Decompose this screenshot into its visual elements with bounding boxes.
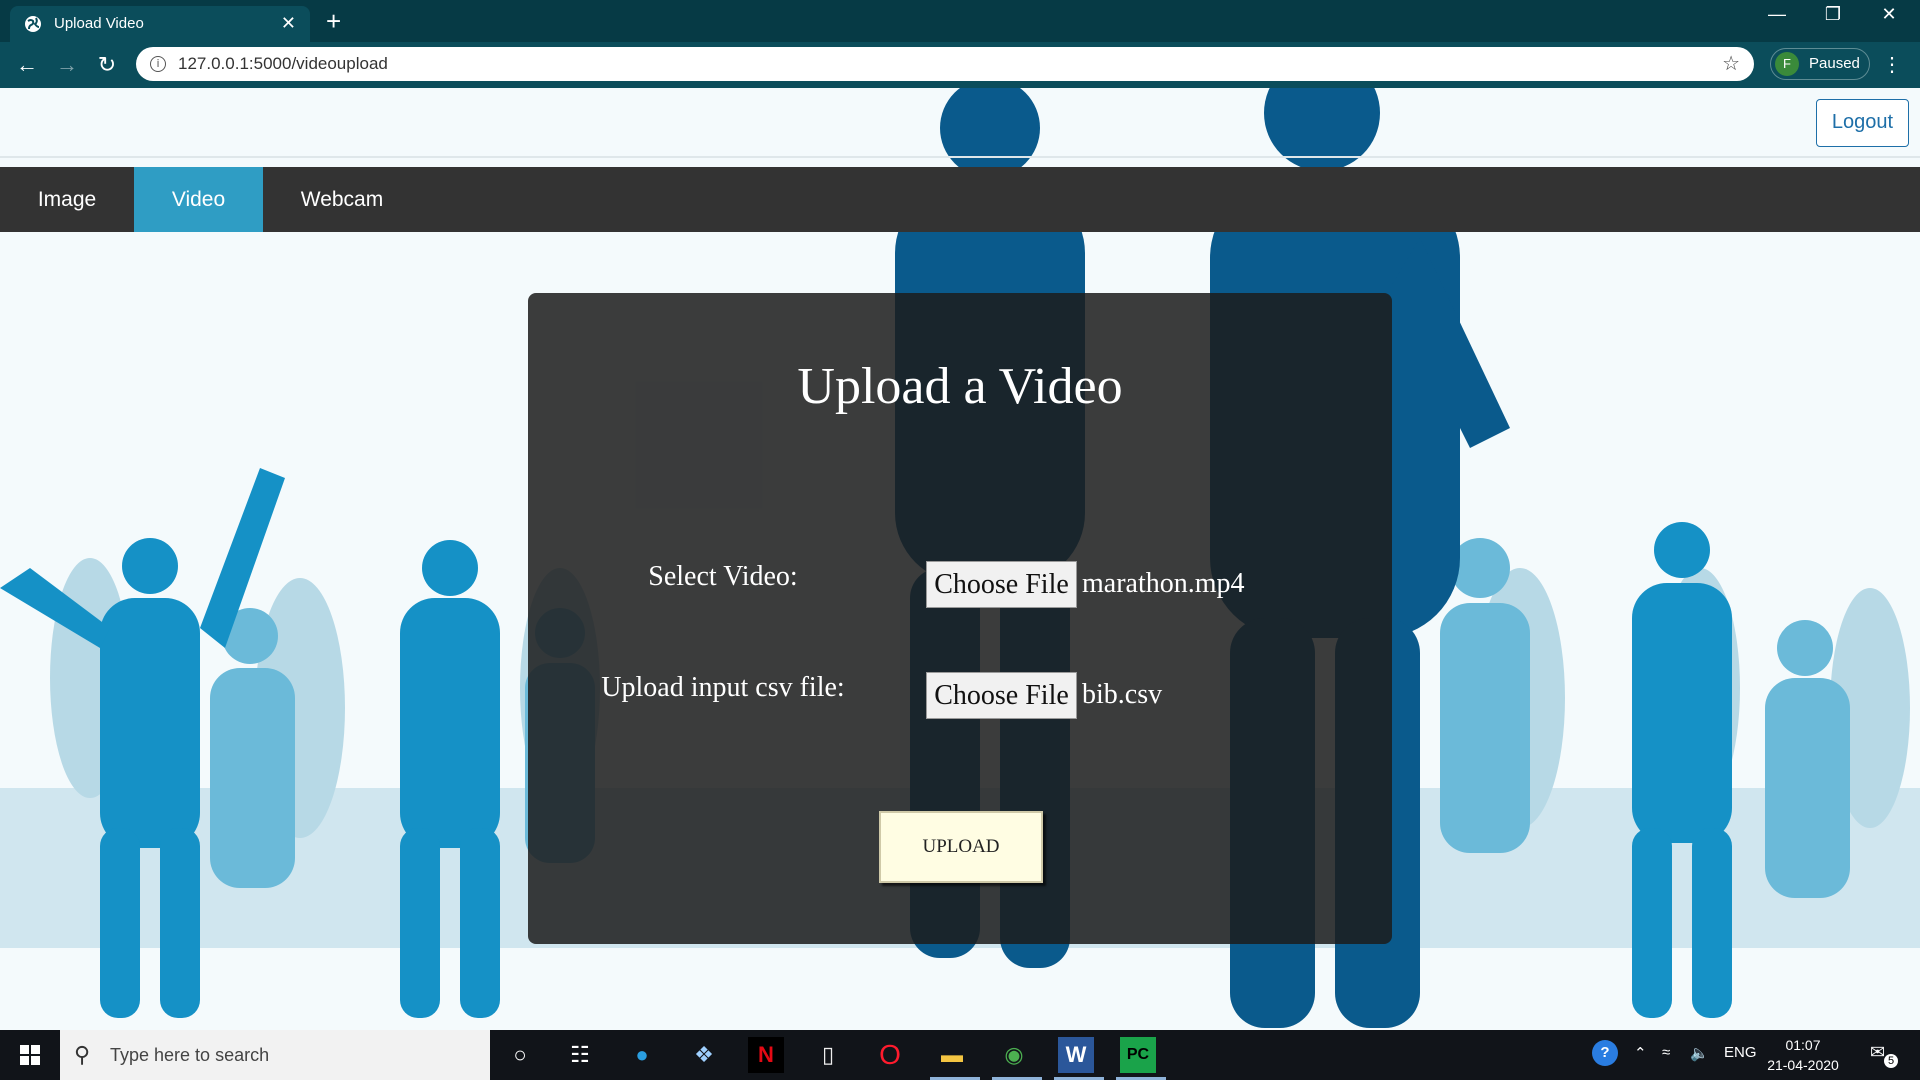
file-icon[interactable]: ▯: [810, 1037, 846, 1073]
task-view-icon[interactable]: ☷: [562, 1037, 598, 1073]
select-video-label: Select Video:: [648, 561, 798, 592]
bookmark-star-icon[interactable]: ☆: [1722, 51, 1740, 76]
nav-item-video[interactable]: Video: [134, 167, 263, 232]
url-text[interactable]: 127.0.0.1:5000/videoupload: [178, 54, 388, 74]
chevron-up-icon[interactable]: ⌃: [1634, 1044, 1647, 1062]
netflix-icon[interactable]: N: [748, 1037, 784, 1073]
browser-tabstrip: Upload Video ✕ + — ❐ ✕: [0, 0, 1920, 42]
minimize-icon[interactable]: —: [1754, 4, 1800, 25]
csv-file-label: Upload input csv file:: [601, 672, 845, 703]
page-title: Upload a Video: [797, 358, 1123, 415]
site-info-icon[interactable]: i: [150, 56, 166, 72]
avatar: F: [1775, 52, 1799, 76]
globe-icon: [25, 16, 41, 32]
choose-csv-button[interactable]: Choose File: [926, 672, 1077, 719]
notifications-icon[interactable]: ✉: [1870, 1042, 1885, 1063]
clock-time: 01:07: [1785, 1037, 1821, 1053]
restore-icon[interactable]: ❐: [1810, 4, 1856, 25]
browser-menu-icon[interactable]: ⋮: [1882, 52, 1902, 77]
main-navbar: Image Video Webcam: [0, 167, 1920, 232]
header-divider: [0, 156, 1920, 158]
nav-item-image[interactable]: Image: [0, 167, 134, 232]
volume-icon[interactable]: 🔈: [1690, 1044, 1709, 1062]
word-icon[interactable]: W: [1058, 1037, 1094, 1073]
chrome-icon[interactable]: ◉: [996, 1037, 1032, 1073]
opera-icon[interactable]: O: [872, 1037, 908, 1073]
browser-tab[interactable]: Upload Video ✕: [10, 6, 310, 42]
back-icon[interactable]: ←: [12, 50, 42, 80]
choose-video-button[interactable]: Choose File: [926, 561, 1077, 608]
reload-icon[interactable]: ↻: [92, 50, 122, 80]
edge-icon[interactable]: ●: [624, 1037, 660, 1073]
help-icon[interactable]: ?: [1592, 1040, 1618, 1066]
windows-taskbar: ⚲ Type here to search ○ ☷ ● ❖ N ▯ O ▬ ◉ …: [0, 1030, 1920, 1080]
window-close-icon[interactable]: ✕: [1866, 4, 1912, 25]
profile-status: Paused: [1809, 55, 1860, 72]
page-viewport: Logout Image Video Webcam Upload a Video…: [0, 88, 1920, 1030]
tab-title: Upload Video: [54, 15, 144, 32]
nav-item-webcam[interactable]: Webcam: [263, 167, 421, 232]
wifi-icon[interactable]: ≈: [1662, 1044, 1670, 1061]
language-indicator[interactable]: ENG: [1724, 1044, 1757, 1061]
dropbox-icon[interactable]: ❖: [686, 1037, 722, 1073]
browser-toolbar: ← → ↻ i 127.0.0.1:5000/videoupload ☆ F P…: [0, 42, 1920, 88]
search-placeholder: Type here to search: [110, 1045, 270, 1065]
new-tab-button[interactable]: +: [326, 6, 341, 37]
upload-button[interactable]: UPLOAD: [879, 811, 1043, 883]
forward-icon[interactable]: →: [52, 50, 82, 80]
selected-csv-filename: bib.csv: [1082, 679, 1163, 710]
notification-count-badge: 5: [1884, 1054, 1898, 1068]
windows-start-icon[interactable]: [0, 1030, 60, 1080]
search-icon: ⚲: [74, 1042, 91, 1067]
profile-button[interactable]: F Paused: [1770, 48, 1870, 80]
taskbar-search[interactable]: ⚲ Type here to search: [60, 1030, 490, 1080]
system-clock[interactable]: 01:07 21-04-2020: [1760, 1035, 1846, 1075]
address-bar[interactable]: i 127.0.0.1:5000/videoupload ☆: [136, 47, 1754, 81]
logout-button[interactable]: Logout: [1816, 99, 1909, 147]
file-explorer-icon[interactable]: ▬: [934, 1037, 970, 1073]
tab-close-icon[interactable]: ✕: [281, 13, 296, 34]
upload-card: Upload a Video Select Video: Choose File…: [528, 293, 1392, 944]
cortana-icon[interactable]: ○: [502, 1037, 538, 1073]
selected-video-filename: marathon.mp4: [1082, 568, 1245, 599]
pycharm-icon[interactable]: PC: [1120, 1037, 1156, 1073]
clock-date: 21-04-2020: [1767, 1057, 1839, 1073]
